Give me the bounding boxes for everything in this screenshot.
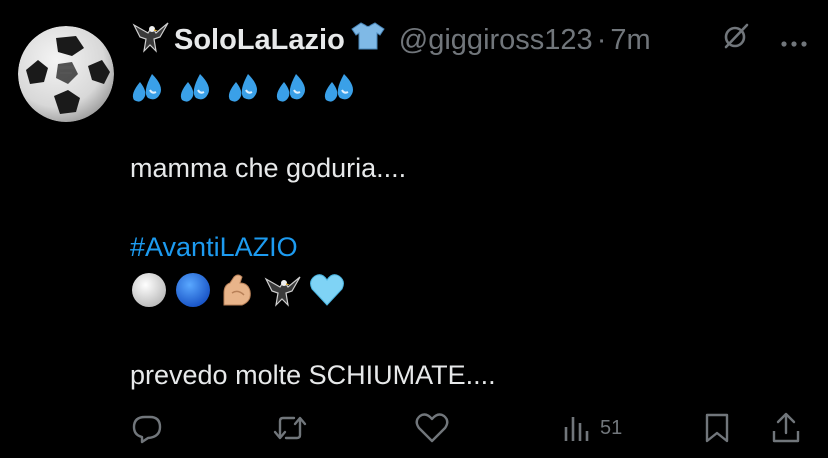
timestamp[interactable]: 7m xyxy=(610,24,650,57)
shirt-icon xyxy=(351,21,385,59)
display-name[interactable]: SoloLaLazio xyxy=(174,24,345,57)
analytics-icon xyxy=(564,417,589,441)
soccer-ball-avatar-icon xyxy=(18,26,114,122)
user-handle[interactable]: @giggiross123 xyxy=(399,24,593,57)
reply-icon xyxy=(132,415,162,444)
more-options-icon[interactable] xyxy=(780,24,808,57)
eagle-icon xyxy=(130,19,170,61)
tweet-text-line-3: prevedo molte SCHIUMATE.... xyxy=(130,360,496,390)
sweat-droplets-icon xyxy=(276,74,305,102)
retweet-icon xyxy=(273,416,307,440)
retweet-button[interactable] xyxy=(272,408,308,448)
eagle-icon xyxy=(264,276,301,307)
tweet-text-line-1: mamma che goduria.... xyxy=(130,153,407,183)
share-icon xyxy=(772,412,800,443)
sweat-droplets-icon xyxy=(324,74,353,102)
views-count: 51 xyxy=(600,416,623,439)
bookmark-button[interactable] xyxy=(702,408,732,448)
header-actions xyxy=(722,20,808,60)
dot-separator: · xyxy=(596,23,607,56)
like-button[interactable] xyxy=(414,408,450,448)
sweat-droplets-icon xyxy=(132,74,161,102)
flexed-biceps-icon xyxy=(223,274,251,306)
blue-circle-icon xyxy=(176,273,210,307)
light-blue-heart-icon xyxy=(310,274,344,306)
grok-icon[interactable] xyxy=(722,22,750,58)
views-button[interactable]: 51 xyxy=(562,408,622,448)
share-button[interactable] xyxy=(770,408,802,448)
sweat-droplets-icon xyxy=(228,74,257,102)
bookmark-icon xyxy=(705,413,729,443)
sweat-droplets-icon xyxy=(180,74,209,102)
avatar[interactable] xyxy=(18,26,114,122)
emoji-row-droplets xyxy=(130,72,358,108)
tweet-header: SoloLaLazio @giggiross123 · 7m xyxy=(130,20,808,60)
tweet-actions-bar: 51 xyxy=(130,408,808,448)
reply-button[interactable] xyxy=(130,408,164,448)
hashtag-link[interactable]: #AvantiLAZIO xyxy=(130,232,298,263)
heart-icon xyxy=(415,413,449,443)
white-circle-icon xyxy=(132,273,166,307)
emoji-row-lazio xyxy=(130,270,346,310)
